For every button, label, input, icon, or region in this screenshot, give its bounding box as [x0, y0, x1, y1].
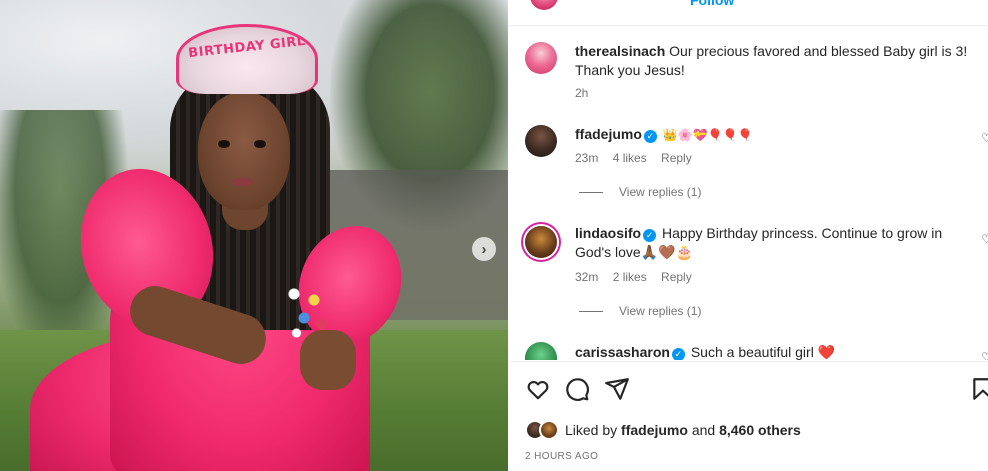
eye-left	[218, 140, 230, 148]
next-photo-button[interactable]: ›	[472, 237, 496, 261]
comment-likes[interactable]: 4 likes	[613, 151, 647, 165]
share-icon[interactable]	[604, 376, 630, 402]
verified-badge-icon: ✓	[643, 229, 657, 242]
post-header: Follow	[508, 0, 988, 26]
face	[198, 92, 290, 210]
avatar[interactable]	[525, 42, 557, 74]
avatar[interactable]	[525, 226, 557, 258]
likes-joiner: and	[691, 422, 716, 438]
avatar[interactable]	[525, 342, 557, 360]
caption-username[interactable]: therealsinach	[575, 43, 665, 59]
comment-likes[interactable]: 2 likes	[613, 270, 647, 284]
comment-like-icon[interactable]: ♡	[981, 232, 988, 246]
verified-badge-icon: ✓	[671, 348, 685, 360]
follow-button[interactable]: Follow	[690, 0, 734, 8]
view-replies-label: View replies (1)	[619, 304, 702, 318]
comment-username[interactable]: lindaosifo	[575, 225, 641, 241]
comment-text: Such a beautiful girl ❤️	[690, 344, 836, 360]
view-replies-button[interactable]: View replies (1)	[579, 185, 701, 199]
comment-time: 32m	[575, 270, 599, 284]
view-replies-button[interactable]: View replies (1)	[579, 304, 701, 318]
author-avatar[interactable]	[530, 0, 558, 10]
likes-count[interactable]: 8,460 others	[719, 422, 801, 438]
comment-meta: 32m 2 likes Reply	[575, 270, 703, 284]
comment-text-block: carissasharon ✓ Such a beautiful girl ❤️	[575, 343, 975, 360]
divider	[579, 191, 603, 193]
heart-icon[interactable]	[525, 376, 551, 402]
comment-username[interactable]: carissasharon	[575, 344, 670, 360]
comment-time: 23m	[575, 151, 599, 165]
post-side-panel: Follow therealsinach Our precious favore…	[508, 0, 988, 471]
likes-user[interactable]: ffadejumo	[621, 422, 688, 438]
liker-avatar	[539, 420, 559, 440]
comment-username[interactable]: ffadejumo	[575, 126, 642, 142]
reply-button[interactable]: Reply	[661, 151, 692, 165]
comment-text-block: ffadejumo ✓ 👑🌸💝🎈🎈🎈	[575, 125, 975, 145]
comment-icon[interactable]	[564, 376, 590, 402]
view-replies-label: View replies (1)	[619, 185, 702, 199]
comment-text-block: lindaosifo ✓ Happy Birthday princess. Con…	[575, 224, 945, 262]
reply-button[interactable]: Reply	[661, 270, 692, 284]
lips	[232, 178, 254, 186]
caption-text-block: therealsinach Our precious favored and b…	[575, 42, 975, 80]
likes-text: Liked by ffadejumo and 8,460 others	[565, 422, 801, 438]
photo-girl: BIRTHDAY GIRL	[0, 0, 508, 471]
action-bar	[508, 361, 988, 411]
comment-like-icon[interactable]: ♡	[981, 350, 988, 360]
comments-list[interactable]: therealsinach Our precious favored and b…	[508, 26, 988, 360]
comment-text: 👑🌸💝🎈🎈🎈	[662, 128, 753, 142]
avatar[interactable]	[525, 125, 557, 157]
caption-time: 2h	[575, 86, 589, 100]
post-photo: BIRTHDAY GIRL ›	[0, 0, 508, 471]
likes-prefix: Liked by	[565, 422, 618, 438]
comment-like-icon[interactable]: ♡	[981, 131, 988, 145]
hair-beads	[284, 282, 334, 342]
comment-meta: 23m 4 likes Reply	[575, 151, 703, 165]
post-timestamp: 2 HOURS AGO	[525, 451, 599, 462]
caption-meta: 2h	[575, 86, 599, 100]
eye-right	[254, 140, 266, 148]
verified-badge-icon: ✓	[643, 130, 657, 143]
bookmark-icon[interactable]	[970, 376, 988, 402]
likes-summary[interactable]: Liked by ffadejumo and 8,460 others	[525, 417, 801, 443]
divider	[579, 310, 603, 312]
